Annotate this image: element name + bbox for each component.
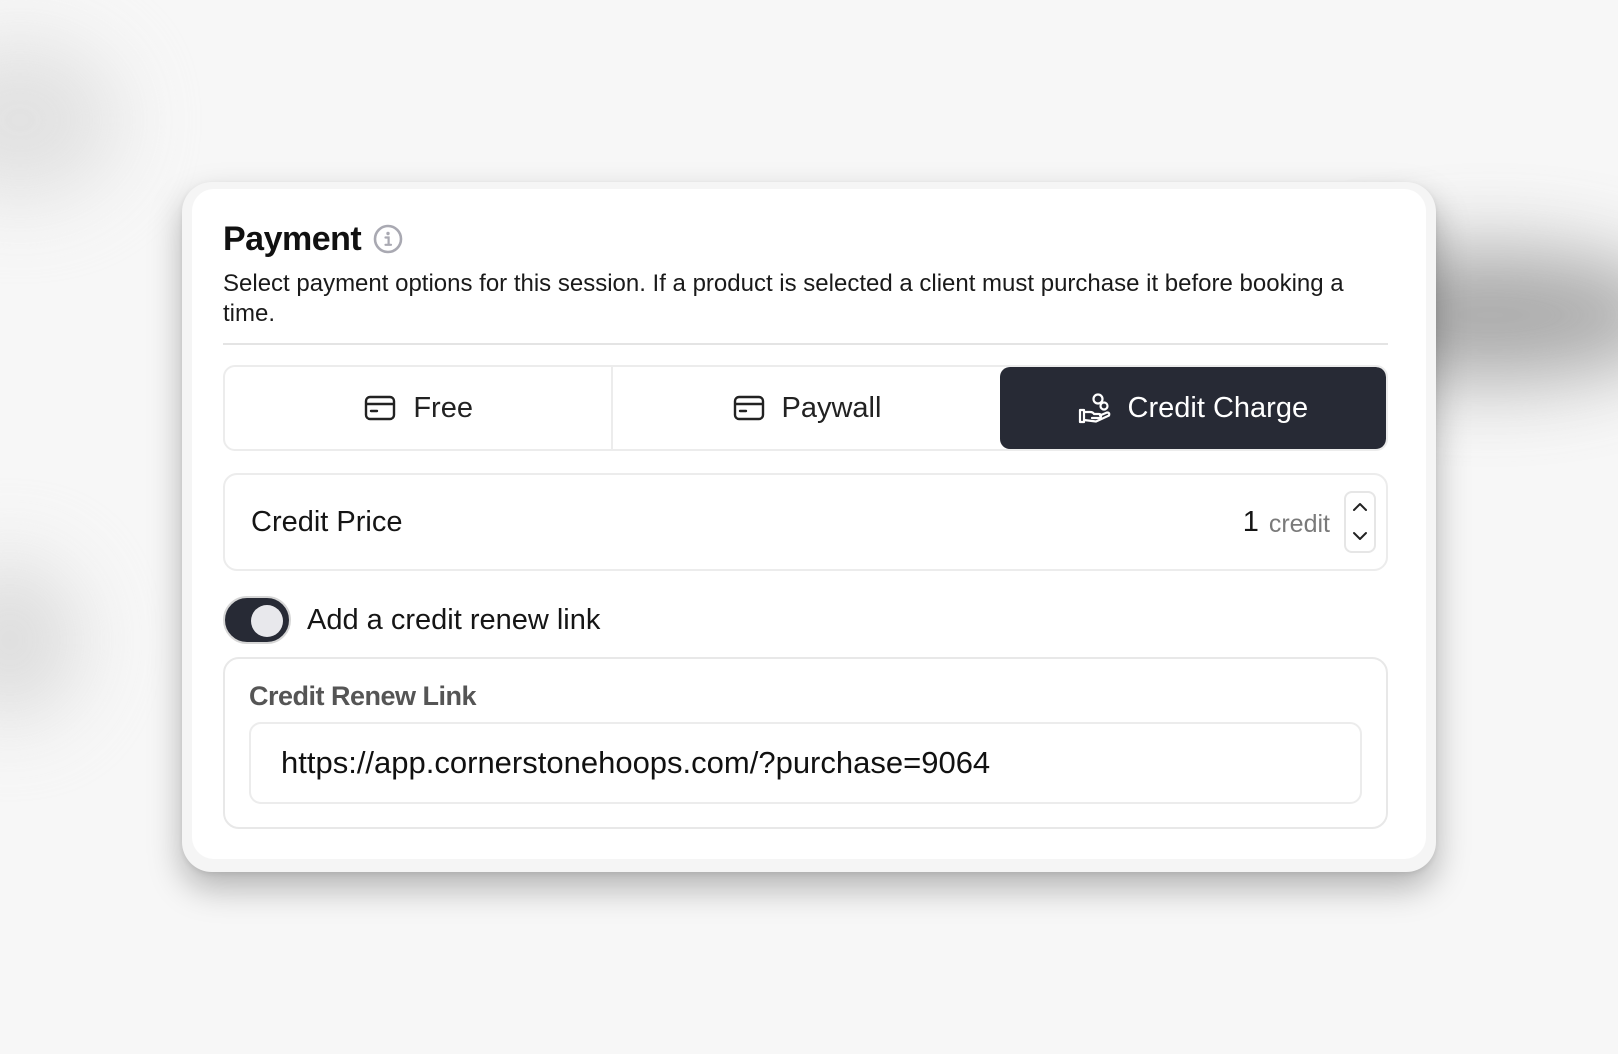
free-option-label: Free — [413, 391, 473, 424]
credit-price-stepper — [1344, 491, 1376, 553]
credit-card-icon — [732, 391, 766, 425]
free-option-button[interactable]: Free — [225, 367, 611, 449]
increment-button[interactable] — [1346, 493, 1374, 522]
credit-charge-option-button[interactable]: Credit Charge — [999, 367, 1386, 449]
credit-price-unit: credit — [1268, 509, 1330, 538]
payment-card: Payment Select payment options for this … — [192, 189, 1426, 859]
credit-card-icon — [363, 391, 397, 425]
credit-charge-option-label: Credit Charge — [1127, 391, 1309, 424]
info-circle-icon[interactable] — [373, 224, 403, 254]
credit-price-field: Credit Price 1 credit — [223, 473, 1388, 571]
credit-renew-toggle-row: Add a credit renew link — [223, 595, 1388, 645]
credit-price-label: Credit Price — [251, 505, 403, 538]
credit-renew-link-section: Credit Renew Link — [223, 657, 1388, 829]
paywall-option-label: Paywall — [781, 391, 882, 424]
chevron-up-icon — [1352, 499, 1368, 517]
paywall-option-button[interactable]: Paywall — [611, 367, 999, 449]
payment-section: Payment Select payment options for this … — [223, 219, 1388, 829]
credit-renew-toggle[interactable] — [223, 596, 291, 644]
background-blur — [0, 560, 80, 720]
payment-title: Payment — [223, 219, 362, 258]
decrement-button[interactable] — [1346, 522, 1374, 551]
background-blur — [0, 40, 120, 200]
credit-renew-link-label: Credit Renew Link — [249, 681, 477, 711]
credit-renew-link-input[interactable] — [249, 722, 1362, 804]
chevron-down-icon — [1352, 528, 1368, 546]
payment-card-frame: Payment Select payment options for this … — [182, 182, 1436, 872]
payment-description: Select payment options for this session.… — [223, 270, 1344, 327]
hand-coin-icon — [1078, 391, 1112, 425]
credit-renew-toggle-label: Add a credit renew link — [307, 603, 601, 636]
payment-option-selector: Free Paywall Credit Charge — [223, 365, 1388, 451]
divider — [223, 343, 1388, 345]
toggle-knob — [251, 605, 283, 637]
credit-price-value[interactable]: 1 — [1243, 506, 1259, 539]
payment-header: Payment — [223, 219, 1388, 259]
